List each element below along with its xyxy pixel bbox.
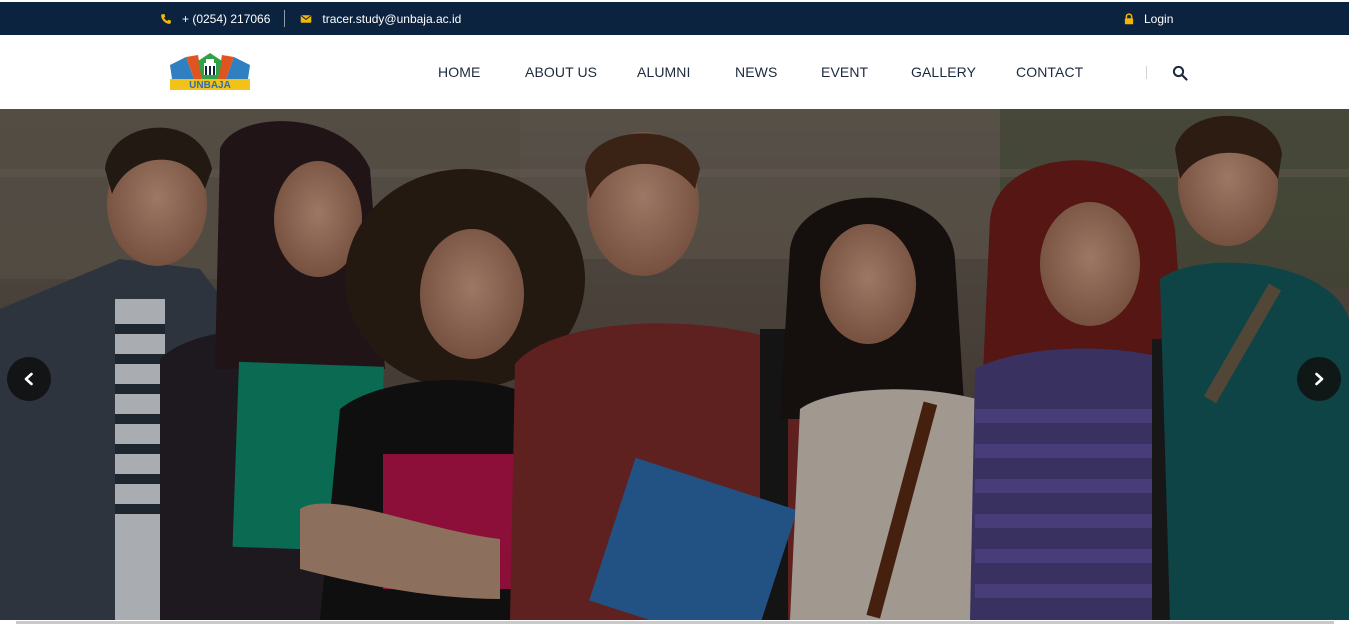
nav-contact[interactable]: CONTACT <box>1016 64 1083 80</box>
envelope-icon <box>301 14 312 23</box>
search-icon[interactable] <box>1172 65 1188 81</box>
phone-contact[interactable]: + (0254) 217066 <box>160 12 270 26</box>
contact-divider <box>284 10 286 27</box>
login-link[interactable]: Login <box>1123 2 1173 35</box>
nav-alumni[interactable]: ALUMNI <box>637 64 691 80</box>
nav-news[interactable]: NEWS <box>735 64 777 80</box>
nav-about-us[interactable]: ABOUT US <box>525 64 597 80</box>
phone-number: + (0254) 217066 <box>182 11 271 26</box>
logo-text: UNBAJA <box>189 80 231 91</box>
logo-image: UNBAJA <box>170 53 250 91</box>
login-label: Login <box>1144 11 1174 26</box>
email-address: tracer.study@unbaja.ac.id <box>322 11 462 26</box>
contact-info: + (0254) 217066 tracer.study@unbaja.ac.i… <box>160 2 461 35</box>
email-contact[interactable]: tracer.study@unbaja.ac.id <box>300 12 461 26</box>
unbaja-logo[interactable]: UNBAJA <box>168 53 252 91</box>
hero-image-students <box>0 109 1349 620</box>
nav-divider <box>1146 66 1147 79</box>
top-bar: + (0254) 217066 tracer.study@unbaja.ac.i… <box>0 2 1349 35</box>
nav-event[interactable]: EVENT <box>821 64 868 80</box>
main-header: UNBAJA HOME ABOUT US ALUMNI NEWS EVENT G… <box>0 35 1349 109</box>
slider-next-button[interactable] <box>1297 357 1341 401</box>
nav-home[interactable]: HOME <box>438 64 480 80</box>
slider-prev-button[interactable] <box>7 357 51 401</box>
chevron-left-icon <box>24 372 33 386</box>
nav-gallery[interactable]: GALLERY <box>911 64 976 80</box>
horizontal-scrollbar[interactable] <box>16 621 1334 624</box>
phone-icon <box>161 13 171 24</box>
hero-slider <box>0 109 1349 620</box>
lock-icon <box>1124 12 1134 24</box>
chevron-right-icon <box>1315 372 1324 386</box>
